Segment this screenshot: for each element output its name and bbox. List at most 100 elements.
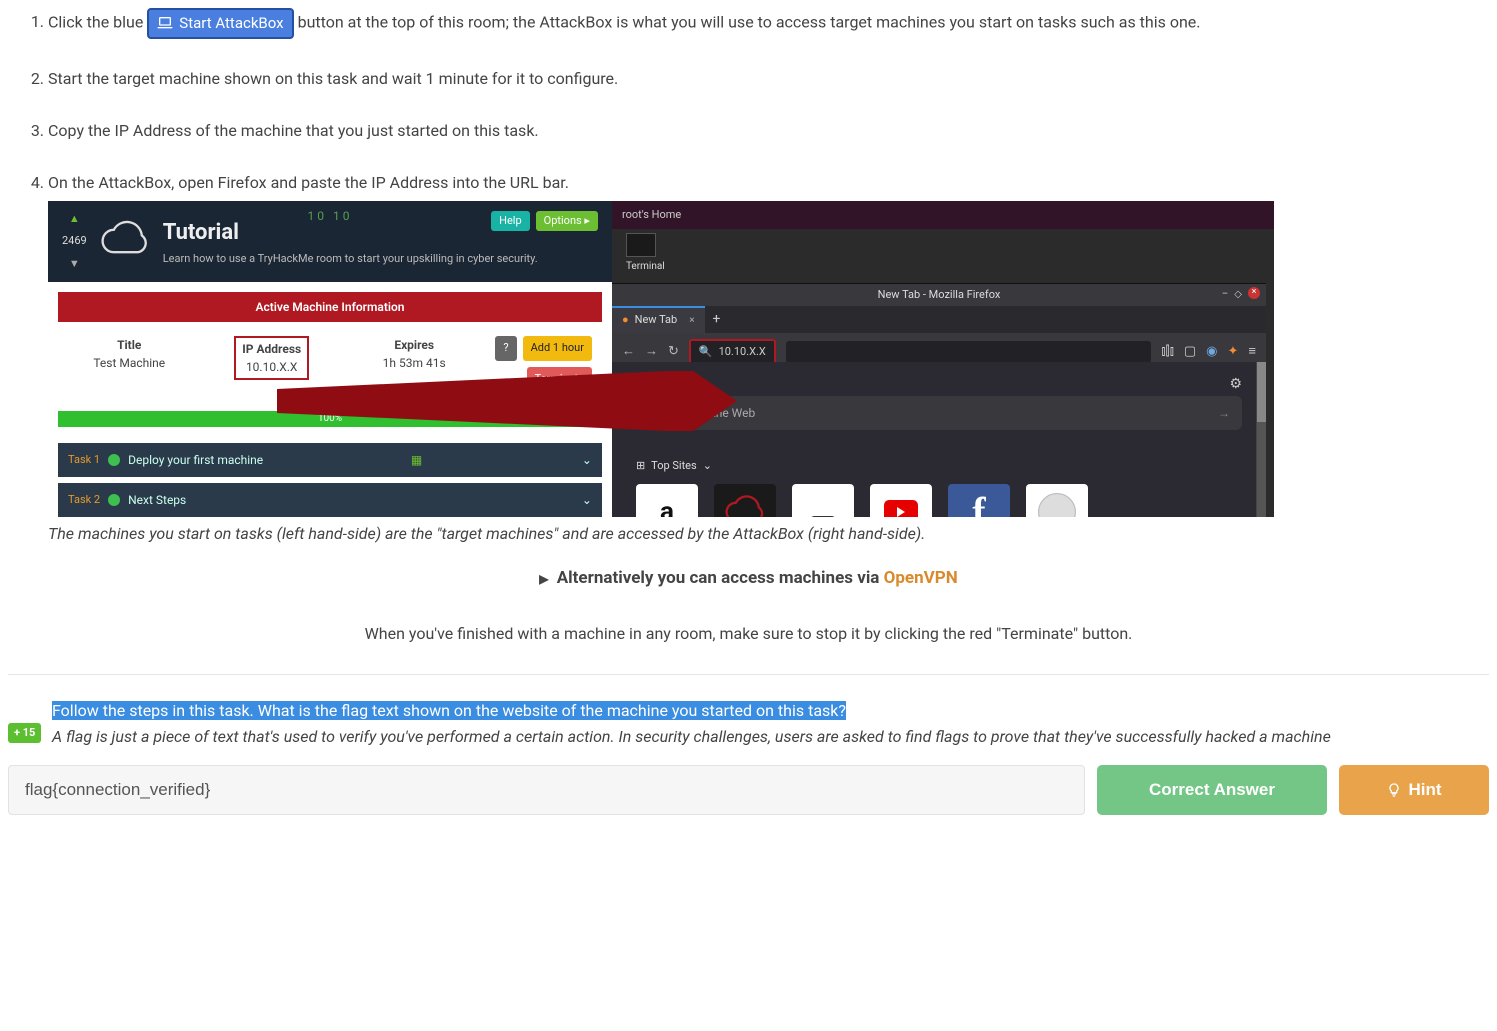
tryhackme-logo-icon	[97, 217, 153, 265]
terminal-label: Terminal	[626, 259, 660, 274]
tile-youtube[interactable]	[870, 484, 932, 517]
firefox-tab-label: New Tab	[635, 312, 678, 329]
step-1-post: button at the top of this room; the Atta…	[298, 12, 1201, 31]
machine-help-button[interactable]: ?	[495, 336, 516, 361]
expires-header: Expires	[353, 336, 475, 354]
step-4: On the AttackBox, open Firefox and paste…	[48, 171, 1489, 547]
firefox-window: New Tab - Mozilla Firefox – ◇ × ● New Ta…	[612, 283, 1266, 518]
step-3: Copy the IP Address of the machine that …	[48, 119, 1489, 143]
lightbulb-icon	[1386, 782, 1402, 798]
url-bar-rest[interactable]	[786, 341, 1152, 363]
thumbs-down-icon[interactable]: ▼	[69, 256, 80, 273]
terminate-button[interactable]: Terminate	[527, 367, 592, 392]
search-placeholder: Search the Web	[672, 404, 755, 422]
forward-icon[interactable]: →	[645, 342, 658, 362]
firefox-tab-icon: ●	[622, 312, 629, 329]
check-icon	[108, 454, 120, 466]
chevron-down-icon: ⌄	[582, 451, 592, 469]
progress-bar: 100%	[58, 411, 602, 427]
start-attackbox-button[interactable]: Start AttackBox	[147, 8, 293, 39]
scrollbar[interactable]	[1256, 362, 1266, 518]
screenshot-caption: The machines you start on tasks (left ha…	[48, 522, 1489, 546]
start-attackbox-label: Start AttackBox	[179, 12, 283, 35]
desktop-title: root's Home	[612, 201, 1274, 230]
new-tab-button[interactable]: +	[705, 309, 729, 330]
shot-right-panel: root's Home Terminal New Tab - Mozilla F…	[612, 201, 1274, 518]
library-icon[interactable]: ⫾⫿⫾	[1161, 342, 1173, 362]
terminal-desktop-icon[interactable]: Terminal	[626, 233, 660, 274]
openvpn-alt-line: ▶ Alternatively you can access machines …	[8, 566, 1489, 592]
tab-close-icon[interactable]: ×	[683, 313, 694, 328]
question-text: Follow the steps in this task. What is t…	[52, 701, 846, 720]
vote-column: ▲ 2469 ▼	[62, 211, 87, 273]
correct-answer-button[interactable]: Correct Answer	[1097, 765, 1327, 815]
menu-icon[interactable]: ≡	[1248, 342, 1256, 362]
firefox-titlebar: New Tab - Mozilla Firefox – ◇ ×	[612, 284, 1266, 307]
options-button[interactable]: Options ▸	[536, 211, 598, 232]
tile-amazon[interactable]: a	[636, 484, 698, 517]
firefox-tabstrip: ● New Tab × +	[612, 306, 1266, 333]
add-1-hour-button[interactable]: Add 1 hour	[523, 336, 592, 361]
question-block: + 15 Follow the steps in this task. What…	[8, 699, 1489, 749]
chevron-down-icon: ⌄	[703, 458, 712, 475]
thumbs-up-icon[interactable]: ▲	[69, 211, 80, 228]
ip-header: IP Address	[242, 340, 301, 358]
correct-answer-label: Correct Answer	[1149, 780, 1275, 800]
question-hint-text: A flag is just a piece of text that's us…	[52, 725, 1489, 749]
machine-title-header: Title	[68, 336, 190, 354]
tile-wikipedia[interactable]	[1026, 484, 1088, 517]
go-arrow-icon[interactable]: →	[1218, 404, 1230, 422]
hint-button[interactable]: Hint	[1339, 765, 1489, 815]
top-sites-header[interactable]: ⊞ Top Sites ⌄	[636, 458, 1242, 475]
tile-tryhackme[interactable]	[714, 484, 776, 517]
whats-new-icon[interactable]: ✦	[1228, 342, 1239, 362]
grid-icon: ⊞	[636, 458, 645, 475]
task-1-number: Task 1	[68, 452, 100, 469]
firefox-tab-newtab[interactable]: ● New Tab ×	[612, 306, 705, 333]
expires-value: 1h 53m 41s	[353, 354, 475, 372]
active-machine-header: Active Machine Information	[58, 292, 602, 322]
firefox-window-title: New Tab - Mozilla Firefox	[878, 288, 1001, 301]
task-1-row[interactable]: Task 1 Deploy your first machine ▦ ⌄	[58, 443, 602, 477]
laptop-icon	[157, 16, 173, 30]
firefox-newtab-body: ⚙ G Search the Web → ⊞ Top Sites ⌄ a	[612, 362, 1266, 518]
task-1-title: Deploy your first machine	[128, 451, 263, 469]
answer-input[interactable]	[8, 765, 1085, 815]
task-2-row[interactable]: Task 2 Next Steps ⌄	[58, 483, 602, 517]
terminate-reminder: When you've finished with a machine in a…	[8, 622, 1489, 646]
gear-icon[interactable]: ⚙	[1229, 374, 1242, 395]
check-icon	[108, 494, 120, 506]
top-sites-tiles: a f	[636, 484, 1242, 517]
section-divider	[8, 674, 1489, 675]
step-1: Click the blue Start AttackBox button at…	[48, 8, 1489, 39]
machine-title-value: Test Machine	[68, 354, 190, 372]
search-icon: 🔍	[699, 344, 713, 361]
close-icon[interactable]: ×	[1248, 287, 1260, 299]
sidebar-icon[interactable]: ▢	[1184, 342, 1196, 362]
room-header: 10 10 ▲ 2469 ▼ Tutorial Learn how to use…	[48, 201, 612, 283]
xp-badge: + 15	[8, 723, 41, 744]
shot-left-panel: 10 10 ▲ 2469 ▼ Tutorial Learn how to use…	[48, 201, 612, 518]
ip-value: 10.10.X.X	[242, 358, 301, 376]
help-button[interactable]: Help	[491, 211, 530, 232]
maximize-icon[interactable]: ◇	[1234, 287, 1242, 302]
search-web-input[interactable]: G Search the Web →	[636, 396, 1242, 430]
openvpn-link[interactable]: OpenVPN	[884, 568, 958, 588]
back-icon[interactable]: ←	[622, 342, 635, 362]
task-2-title: Next Steps	[128, 491, 186, 509]
step-2: Start the target machine shown on this t…	[48, 67, 1489, 91]
account-icon[interactable]: ◉	[1206, 342, 1217, 362]
scrollbar-thumb[interactable]	[1257, 362, 1266, 422]
reload-icon[interactable]: ↻	[668, 342, 679, 362]
vote-count: 2469	[62, 233, 87, 250]
minimize-icon[interactable]: –	[1222, 287, 1229, 302]
tile-facebook[interactable]: f	[948, 484, 1010, 517]
alt-line-text: Alternatively you can access machines vi…	[557, 568, 884, 588]
answer-row: Correct Answer Hint	[8, 765, 1489, 815]
task-2-number: Task 2	[68, 492, 100, 509]
matrix-decor: 10 10	[307, 207, 352, 225]
machine-info-card: Title Test Machine IP Address 10.10.X.X …	[58, 322, 602, 401]
tutorial-screenshot: 10 10 ▲ 2469 ▼ Tutorial Learn how to use…	[48, 201, 1274, 518]
step-4-text: On the AttackBox, open Firefox and paste…	[48, 173, 569, 192]
tile-localhost[interactable]	[792, 484, 854, 517]
